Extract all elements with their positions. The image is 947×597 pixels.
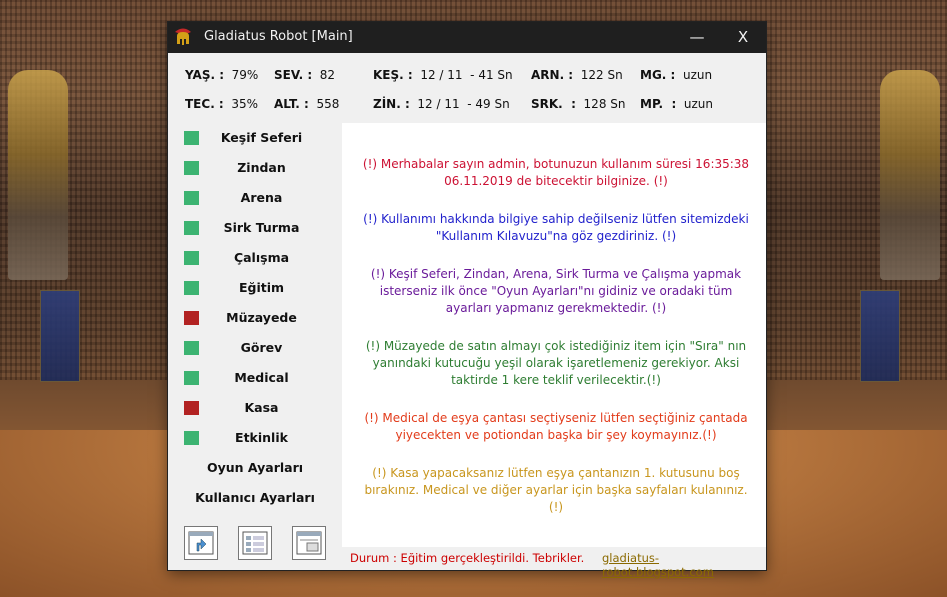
background-statue-right xyxy=(880,70,940,280)
message-expiry: (!) Merhabalar sayın admin, botunuzun ku… xyxy=(362,157,750,188)
menu-item-label: Arena xyxy=(240,190,283,205)
background-banner xyxy=(860,290,900,382)
stat-mp: MP. : uzun xyxy=(640,97,714,111)
background-banner xyxy=(40,290,80,382)
menu-item-label: Görev xyxy=(240,340,283,355)
menu-item-sirk-turma[interactable]: Sirk Turma xyxy=(168,213,342,243)
menu-item-label: Medical xyxy=(234,370,289,385)
menu-item-gorev[interactable]: Görev xyxy=(168,333,342,363)
menu-item-label: Çalışma xyxy=(233,250,290,265)
menu-item-label: Müzayede xyxy=(226,310,297,325)
menu-item-muzayede[interactable]: Müzayede xyxy=(168,303,342,333)
list-view-icon xyxy=(242,531,268,555)
menu-item-label: Kasa xyxy=(244,400,279,415)
menu-item-label: Sirk Turma xyxy=(223,220,300,235)
message-medical: (!) Medical de eşya çantası seçtiyseniz … xyxy=(364,411,748,442)
menu-item-egitim[interactable]: Eğitim xyxy=(168,273,342,303)
message-safe: (!) Kasa yapacaksanız lütfen eşya çantan… xyxy=(364,466,748,514)
menu-item-kesif-seferi[interactable]: Keşif Seferi xyxy=(168,123,342,153)
menu-item-oyun-ayarlari[interactable]: Oyun Ayarları xyxy=(168,453,342,483)
window-title: Gladiatus Robot [Main] xyxy=(204,29,353,44)
list-view-button[interactable] xyxy=(238,526,272,560)
status-bar: Durum : Eğitim gerçekleştirildi. Tebrikl… xyxy=(342,547,766,579)
stats-panel: YAŞ. : 79% SEV. : 82 KEŞ. : 12 / 11 - 41… xyxy=(168,53,766,124)
close-button[interactable]: X xyxy=(720,22,766,53)
app-window: Gladiatus Robot [Main] — X YAŞ. : 79% SE… xyxy=(168,22,766,579)
menu-item-label: Kullanıcı Ayarları xyxy=(195,490,315,505)
stat-mg: MG. : uzun xyxy=(640,68,713,82)
spartan-helmet-icon xyxy=(175,28,191,45)
menu-item-label: Keşif Seferi xyxy=(220,130,303,145)
menu-item-arena[interactable]: Arena xyxy=(168,183,342,213)
export-window-button[interactable] xyxy=(184,526,218,560)
message-auction: (!) Müzayede de satın almayı çok istediğ… xyxy=(365,339,747,387)
stat-srk: SRK. : 128 Sn xyxy=(531,97,626,111)
menu-item-label: Eğitim xyxy=(238,280,285,295)
stat-zin: ZİN. : 12 / 11 - 49 Sn xyxy=(373,97,510,111)
stat-yas: YAŞ. : 79% xyxy=(185,68,259,82)
stat-sev: SEV. : 82 xyxy=(274,68,336,82)
background-statue-left xyxy=(8,70,68,280)
title-bar[interactable]: Gladiatus Robot [Main] — X xyxy=(168,22,766,53)
menu-item-zindan[interactable]: Zindan xyxy=(168,153,342,183)
document-window-icon xyxy=(296,531,322,555)
menu-item-medical[interactable]: Medical xyxy=(168,363,342,393)
document-window-button[interactable] xyxy=(292,526,326,560)
stat-tec: TEC. : 35% xyxy=(185,97,259,111)
export-window-icon xyxy=(188,531,214,555)
message-game-settings: (!) Keşif Seferi, Zindan, Arena, Sirk Tu… xyxy=(370,267,742,315)
menu-item-kullanici-ayarlari[interactable]: Kullanıcı Ayarları xyxy=(168,483,342,513)
message-guide: (!) Kullanımı hakkında bilgiye sahip değ… xyxy=(363,212,749,243)
stat-alt: ALT. : 558 xyxy=(274,97,340,111)
website-link[interactable]: gladiatus-robot.blogspot.com xyxy=(602,551,766,579)
menu-item-etkinlik[interactable]: Etkinlik xyxy=(168,423,342,453)
stat-arn: ARN. : 122 Sn xyxy=(531,68,623,82)
messages-panel: (!) Merhabalar sayın admin, botunuzun ku… xyxy=(342,123,766,547)
stat-kes: KEŞ. : 12 / 11 - 41 Sn xyxy=(373,68,513,82)
minimize-button[interactable]: — xyxy=(674,22,720,53)
menu-item-label: Etkinlik xyxy=(235,430,288,445)
sidebar: Keşif Seferi Zindan Arena Sirk Turma Çal… xyxy=(168,123,342,570)
status-text: Durum : Eğitim gerçekleştirildi. Tebrikl… xyxy=(350,551,585,565)
menu-item-calisma[interactable]: Çalışma xyxy=(168,243,342,273)
menu-item-label: Zindan xyxy=(237,160,286,175)
menu-item-label: Oyun Ayarları xyxy=(206,460,304,475)
menu-item-kasa[interactable]: Kasa xyxy=(168,393,342,423)
